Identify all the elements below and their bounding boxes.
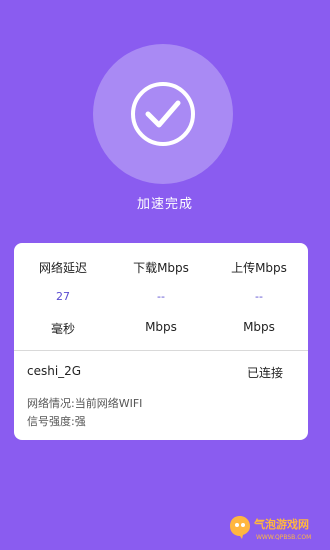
network-info-card: 网络延迟 27 毫秒 下载Mbps -- Mbps 上传Mbps -- Mbps… (14, 243, 308, 440)
stat-label: 下载Mbps (133, 261, 189, 275)
stat-unit: Mbps (243, 320, 275, 334)
connection-status: 已连接 (246, 366, 283, 380)
watermark: 气泡游戏网 WWW.QPBSB.COM (228, 514, 328, 548)
signal-strength: 信号强度:强 (27, 415, 86, 428)
stat-value: -- (157, 290, 165, 303)
watermark-url: WWW.QPBSB.COM (256, 534, 312, 541)
stats-row: 网络延迟 27 毫秒 下载Mbps -- Mbps 上传Mbps -- Mbps (14, 243, 308, 343)
status-circle (93, 44, 233, 184)
network-name: ceshi_2G (27, 364, 82, 378)
stat-label: 网络延迟 (38, 261, 87, 275)
stat-latency: 网络延迟 27 毫秒 (14, 243, 112, 343)
network-situation: 网络情况:当前网络WIFI (27, 397, 143, 410)
stat-label: 上传Mbps (231, 261, 287, 275)
stat-unit: Mbps (145, 320, 177, 334)
stat-unit: 毫秒 (50, 322, 75, 336)
status-text: 加速完成 (136, 197, 193, 212)
stat-upload: 上传Mbps -- Mbps (210, 243, 308, 343)
watermark-text: 气泡游戏网 (254, 518, 309, 531)
bubble-logo-icon (230, 516, 250, 539)
divider (14, 350, 308, 351)
check-circle-icon (131, 82, 195, 146)
stat-value: 27 (56, 290, 70, 303)
stat-value: -- (255, 290, 263, 303)
stat-download: 下载Mbps -- Mbps (112, 243, 210, 343)
